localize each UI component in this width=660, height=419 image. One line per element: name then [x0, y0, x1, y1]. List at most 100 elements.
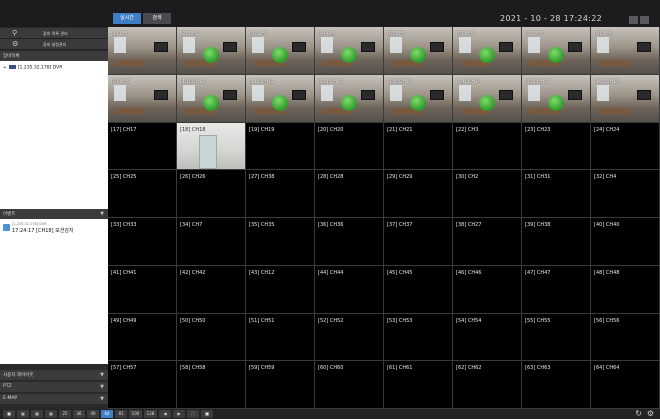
camera-cell[interactable]: [21] CH21 [384, 122, 453, 171]
minimize-button[interactable] [629, 16, 638, 24]
camera-cell[interactable]: [47] CH47 [522, 265, 591, 314]
camera-cell[interactable]: [11] CH11 [246, 74, 315, 123]
camera-label: [64] CH64 [594, 365, 620, 372]
camera-cell[interactable]: [52] CH52 [315, 313, 384, 362]
camera-cell[interactable]: [41] CH41 [108, 265, 177, 314]
camera-cell[interactable]: [53] CH53 [384, 313, 453, 362]
layout-100-button[interactable]: 100 [129, 410, 142, 418]
camera-cell[interactable]: [46] CH46 [453, 265, 522, 314]
event-header[interactable]: 이벤트 ▼ [0, 209, 108, 219]
camera-cell[interactable]: [29] CH29 [384, 170, 453, 218]
camera-cell[interactable]: [27] CH38 [246, 170, 315, 218]
camera-cell[interactable]: [44] CH44 [315, 265, 384, 314]
camera-cell[interactable]: [45] CH45 [384, 265, 453, 314]
camera-cell[interactable]: [23] CH23 [522, 122, 591, 171]
camera-cell[interactable]: [25] CH25 [108, 170, 177, 218]
camera-cell[interactable]: [62] CH62 [453, 361, 522, 409]
camera-cell[interactable]: [57] CH57 [108, 361, 177, 409]
camera-cell[interactable]: [50] CH50 [177, 313, 246, 362]
camera-cell[interactable]: [30] CH2 [453, 170, 522, 218]
camera-cell[interactable]: [26] CH26 [177, 170, 246, 218]
camera-cell[interactable]: [54] CH54 [453, 313, 522, 362]
camera-cell[interactable]: [22] CH3 [453, 122, 522, 171]
camera-cell[interactable]: [38] CH27 [453, 218, 522, 266]
camera-cell[interactable]: [59] CH59 [246, 361, 315, 409]
camera-cell[interactable]: [64] CH64 [591, 361, 660, 409]
camera-cell[interactable]: [55] CH55 [522, 313, 591, 362]
camera-cell[interactable]: [39] CH38 [522, 218, 591, 266]
device-tree-header[interactable]: 장비목록 [0, 51, 108, 61]
camera-cell[interactable]: [49] CH49 [108, 313, 177, 362]
camera-cell[interactable]: [12] CH12 [315, 74, 384, 123]
refresh-icon[interactable]: ↻ [635, 409, 642, 419]
camera-cell[interactable]: [17] CH17 [108, 122, 177, 171]
camera-cell[interactable]: [60] CH60 [315, 361, 384, 409]
camera-cell[interactable]: [32] CH4 [591, 170, 660, 218]
layout-81-button[interactable]: 81 [115, 410, 127, 418]
camera-cell[interactable]: [24] CH24 [591, 122, 660, 171]
layout-1-button[interactable]: ■ [3, 410, 15, 418]
layout-25-button[interactable]: 25 [59, 410, 71, 418]
camera-cell[interactable]: [51] CH51 [246, 313, 315, 362]
device-tree-item[interactable]: + [1.235.32.178] DVR [3, 65, 62, 71]
camera-cell[interactable]: [5] CH5 [384, 27, 453, 75]
camera-cell[interactable]: [34] CH7 [177, 218, 246, 266]
camera-cell[interactable]: [18] CH18 [177, 122, 246, 171]
camera-cell[interactable]: [19] CH19 [246, 122, 315, 171]
camera-cell[interactable]: [4] CH4 [315, 27, 384, 75]
camera-cell[interactable]: [6] CH6 [453, 27, 522, 75]
camera-label: [7] CH7 [525, 31, 545, 37]
event-message[interactable]: 17:24:17 [CH18] 모션감지 [12, 227, 74, 234]
camera-cell[interactable]: [16] CH16 [591, 74, 660, 123]
camera-cell[interactable]: [56] CH56 [591, 313, 660, 362]
camera-label: [14] CH14 [456, 78, 482, 85]
sequence-button[interactable]: ■ [201, 410, 213, 418]
camera-cell[interactable]: [1] CH1 [108, 27, 177, 75]
camera-cell[interactable]: [58] CH58 [177, 361, 246, 409]
menu-device-settings[interactable]: ⚙ 장비 설정관리 [0, 39, 108, 50]
prev-page-button[interactable]: ◀ [159, 410, 171, 418]
camera-cell[interactable]: [10] CH10 [177, 74, 246, 123]
camera-cell[interactable]: [20] CH20 [315, 122, 384, 171]
camera-cell[interactable]: [63] CH63 [522, 361, 591, 409]
camera-cell[interactable]: [8] CH8 [591, 27, 660, 75]
camera-cell[interactable]: [7] CH7 [522, 27, 591, 75]
emap-header[interactable]: E-MAP ▼ [0, 394, 108, 404]
close-button[interactable] [640, 16, 649, 24]
camera-label: [38] CH27 [456, 222, 482, 228]
camera-cell[interactable]: [61] CH61 [384, 361, 453, 409]
layout-9-button[interactable]: ▦ [31, 410, 43, 418]
camera-cell[interactable]: [13] CH13 [384, 74, 453, 123]
camera-cell[interactable]: [35] CH35 [246, 218, 315, 266]
next-page-button[interactable]: ▶ [173, 410, 185, 418]
layout-128-button[interactable]: 128 [144, 410, 157, 418]
layout-16-button[interactable]: ▦ [45, 410, 57, 418]
settings-icon[interactable]: ⚙ [647, 409, 654, 419]
camera-cell[interactable]: [48] CH48 [591, 265, 660, 314]
camera-cell[interactable]: [14] CH14 [453, 74, 522, 123]
camera-cell[interactable]: [31] CH31 [522, 170, 591, 218]
camera-cell[interactable]: [9] CH9 [108, 74, 177, 123]
camera-cell[interactable]: [3] CH3 [246, 27, 315, 75]
menu-device-list[interactable]: ⚲ 장비 목록 관리 [0, 28, 108, 39]
camera-cell[interactable]: [36] CH36 [315, 218, 384, 266]
camera-cell[interactable]: [40] CH40 [591, 218, 660, 266]
user-layout-header[interactable]: 사용자 레이아웃 ▼ [0, 370, 108, 380]
layout-64-button[interactable]: 64 [101, 410, 113, 418]
camera-cell[interactable]: [37] CH37 [384, 218, 453, 266]
camera-cell[interactable]: [15] CH15 [522, 74, 591, 123]
camera-cell[interactable]: [33] CH33 [108, 218, 177, 266]
fullscreen-button[interactable]: ⛶ [187, 410, 199, 418]
layout-4-button[interactable]: ▦ [17, 410, 29, 418]
camera-cell[interactable]: [42] CH42 [177, 265, 246, 314]
camera-cell[interactable]: [2] CH2 [177, 27, 246, 75]
ptz-header[interactable]: PTZ ▼ [0, 382, 108, 392]
camera-label: [59] CH59 [249, 365, 275, 372]
tab-search[interactable]: 검색 [143, 13, 171, 24]
tab-live[interactable]: 실시간 [113, 13, 141, 24]
camera-cell[interactable]: [43] CH12 [246, 265, 315, 314]
expand-icon[interactable]: + [3, 66, 7, 71]
camera-cell[interactable]: [28] CH28 [315, 170, 384, 218]
layout-49-button[interactable]: 49 [87, 410, 99, 418]
layout-36-button[interactable]: 36 [73, 410, 85, 418]
